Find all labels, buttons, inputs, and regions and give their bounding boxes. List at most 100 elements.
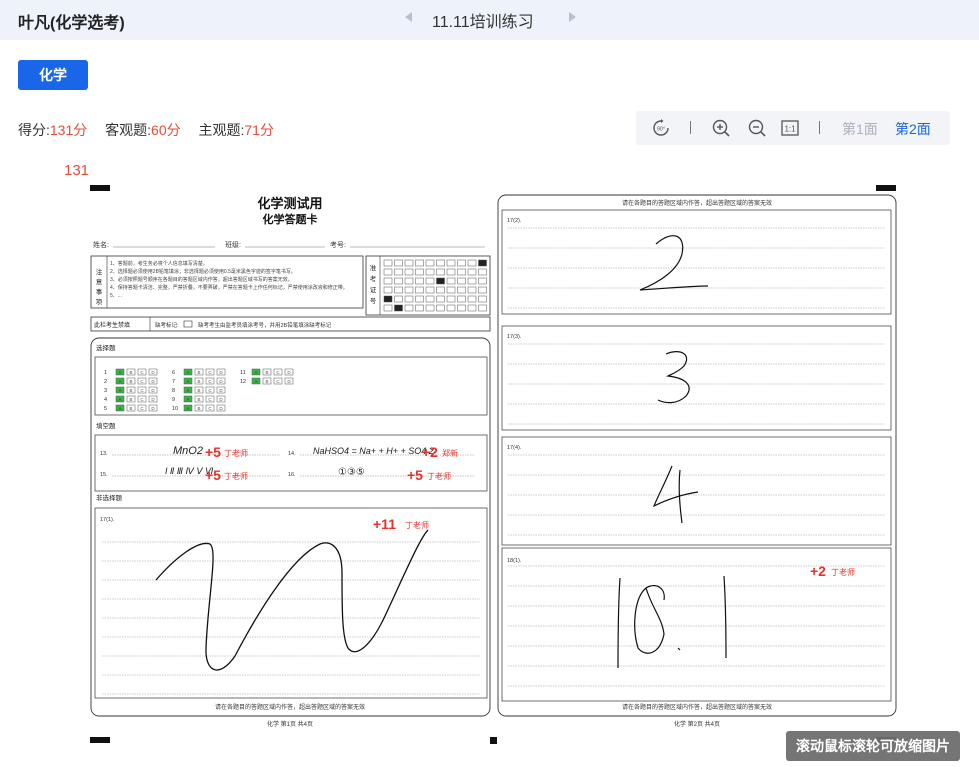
admission-bubble xyxy=(415,295,424,303)
svg-text:号: 号 xyxy=(370,297,377,305)
svg-text:15.: 15. xyxy=(100,472,108,478)
zoom-in-icon[interactable] xyxy=(712,119,730,137)
subject-tab-chemistry[interactable]: 化学 xyxy=(18,60,88,90)
mc-option-letter: C xyxy=(140,370,144,375)
mc-question-number: 11 xyxy=(240,370,246,376)
admission-bubble xyxy=(457,286,466,294)
mc-question-number: 12 xyxy=(240,379,246,385)
mc-option-letter: C xyxy=(140,397,144,402)
svg-text:1、答题前，考生务必将个人信息填写清楚。: 1、答题前，考生务必将个人信息填写清楚。 xyxy=(110,260,208,267)
missing-mark-note: 缺考考生由监考员填涂考号，并用2B铅笔填涂缺考标记 xyxy=(198,321,332,329)
page-1-tab[interactable]: 第1面 xyxy=(842,119,878,139)
answer-sheet-drawing: 化学测试用 化学答题卡 姓名: 班级: 考号: 注 意 事 项 1、答题前，考生… xyxy=(90,194,897,728)
admission-number-bubbles xyxy=(383,259,487,312)
total-score-value: 131分 xyxy=(49,122,88,138)
score-mark-teacher: 丁老师 xyxy=(405,520,429,530)
admission-bubble xyxy=(394,295,403,303)
next-exam-arrow-icon[interactable] xyxy=(568,10,578,24)
name-label: 姓名: xyxy=(93,240,109,249)
page-2-tab[interactable]: 第2面 xyxy=(895,119,931,139)
admission-bubble xyxy=(425,277,435,285)
mc-option-letter: C xyxy=(208,406,212,411)
mc-option-letter: B xyxy=(129,406,132,411)
objective-score-value: 60分 xyxy=(151,122,181,138)
mc-option-letter: C xyxy=(140,406,144,411)
mc-question-number: 5 xyxy=(104,406,107,412)
svg-text:4、保持答题卡清洁、完整，严禁折叠，不要弄破，严禁在答题卡上: 4、保持答题卡清洁、完整，严禁折叠，不要弄破，严禁在答题卡上作任何标记，严禁使用… xyxy=(110,284,348,291)
mc-option-letter: D xyxy=(151,388,155,393)
total-score-overlay: 131 xyxy=(64,162,90,179)
mc-option-letter: C xyxy=(208,397,212,402)
admission-bubble xyxy=(415,277,424,285)
exam-number-label: 考号: xyxy=(330,241,346,249)
left-page-footer: 化学 第1页 共4页 xyxy=(267,720,313,728)
mc-option-letter: B xyxy=(129,388,132,393)
mc-option-letter: C xyxy=(208,370,212,375)
top-bar: 叶凡(化学选考) 11.11培训练习 xyxy=(0,0,979,40)
admission-bubble xyxy=(394,286,403,294)
handwriting-q17-2 xyxy=(639,235,709,291)
sheet-title: 化学测试用 xyxy=(257,196,322,211)
admission-bubble xyxy=(404,286,414,294)
mc-option-letter: A xyxy=(186,370,189,375)
objective-score-label: 客观题: xyxy=(105,122,152,138)
svg-text:13.: 13. xyxy=(100,451,108,457)
admission-bubble xyxy=(467,286,477,294)
mc-section-title: 选择题 xyxy=(96,343,116,352)
left-footer-note: 请在各题目的答题区域内作答，超出答题区域的答案无效 xyxy=(215,703,365,711)
handwriting-q17-3 xyxy=(657,351,690,404)
admission-bubble xyxy=(436,295,445,303)
admission-bubble xyxy=(467,295,477,303)
admission-bubble xyxy=(404,304,414,312)
admission-bubble xyxy=(383,295,393,303)
svg-text:考: 考 xyxy=(370,275,377,283)
right-page-footer: 化学 第2页 共4页 xyxy=(674,720,720,728)
mc-option-letter: D xyxy=(287,370,291,375)
svg-text:事: 事 xyxy=(96,287,103,296)
mc-option-letter: B xyxy=(197,379,200,384)
mc-question-number: 4 xyxy=(104,397,107,403)
mc-option-letter: A xyxy=(254,379,257,384)
admission-bubble xyxy=(457,277,466,285)
admission-bubble xyxy=(446,286,456,294)
mc-option-letter: B xyxy=(197,370,200,375)
admission-bubble xyxy=(436,304,445,312)
admission-bubble xyxy=(425,268,435,276)
answer-sheet-image[interactable]: 化学测试用 化学答题卡 姓名: 班级: 考号: 注 意 事 项 1、答题前，考生… xyxy=(80,178,900,746)
mc-question-number: 6 xyxy=(172,370,175,376)
actual-size-1to1-icon[interactable]: 1:1 xyxy=(781,119,799,137)
handwriting-q18-1 xyxy=(617,575,727,669)
rotate-90-icon[interactable]: 90° xyxy=(652,119,670,137)
mc-option-letter: D xyxy=(219,406,223,411)
svg-text:5、...: 5、... xyxy=(110,293,122,299)
score-mark-points: +11 xyxy=(373,516,396,532)
zoom-out-icon[interactable] xyxy=(748,119,766,137)
admission-bubble xyxy=(467,304,477,312)
svg-text:2、选择题必须使用2B铅笔填涂；非选择题必须使用0.5毫米黑: 2、选择题必须使用2B铅笔填涂；非选择题必须使用0.5毫米黑色字迹的签字笔书写。 xyxy=(110,268,296,275)
previous-exam-arrow-icon[interactable] xyxy=(404,10,414,24)
admission-bubble xyxy=(394,304,403,312)
mc-option-letter: C xyxy=(276,370,280,375)
subjective-score-label: 主观题: xyxy=(198,122,245,138)
admission-bubble xyxy=(404,295,414,303)
admission-bubble xyxy=(404,277,414,285)
admission-bubble xyxy=(467,277,477,285)
admission-bubble xyxy=(446,295,456,303)
score-mark-teacher: 丁老师 xyxy=(224,448,248,458)
mc-question-number: 8 xyxy=(172,388,175,394)
mc-option-letter: D xyxy=(219,379,223,384)
zoom-hint-tooltip: 滚动鼠标滚轮可放缩图片 xyxy=(786,731,960,761)
mc-question-number: 9 xyxy=(172,397,175,403)
svg-text:意: 意 xyxy=(96,277,103,286)
admission-bubble xyxy=(436,286,445,294)
handwriting-q16: ①③⑤ xyxy=(338,467,365,478)
admission-bubble xyxy=(478,286,487,294)
svg-text:证: 证 xyxy=(370,286,377,294)
svg-text:16.: 16. xyxy=(288,472,296,478)
multiple-choice-bubbles: 1 A B C D 2 A B C D 3 A B C D 4 A B C D 5 A B C D 6 A B C D 7 A B C D 8 A B C D… xyxy=(104,368,294,412)
admission-bubble xyxy=(383,277,393,285)
mc-option-letter: D xyxy=(219,397,223,402)
admission-bubble xyxy=(446,277,456,285)
svg-text:14.: 14. xyxy=(288,451,296,457)
admission-bubble xyxy=(394,277,403,285)
